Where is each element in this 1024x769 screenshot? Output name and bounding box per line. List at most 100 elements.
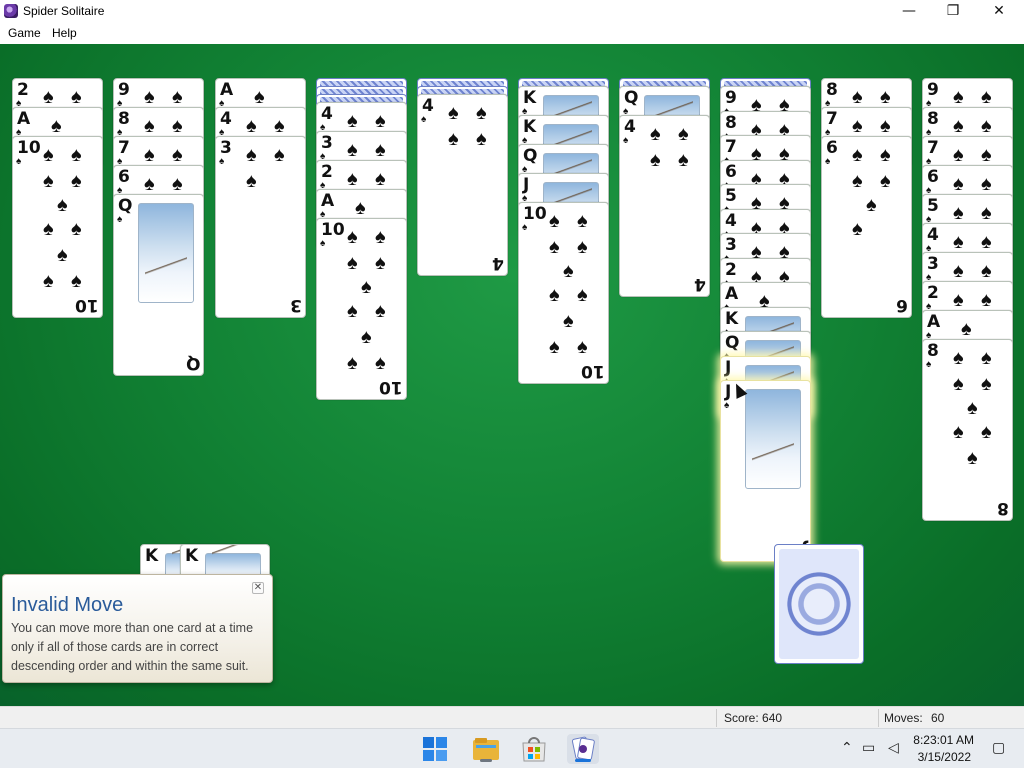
spade-icon: ♠ xyxy=(347,226,358,248)
card-rank: 2 xyxy=(725,259,737,280)
card-rank: J xyxy=(725,357,732,378)
spade-icon: ♠ xyxy=(347,110,358,132)
card-rank: 10 xyxy=(17,138,41,158)
spade-icon: ♠ xyxy=(476,102,487,124)
spade-icon: ♠ xyxy=(563,260,574,282)
toast-close-icon[interactable]: ✕ xyxy=(252,582,264,594)
spade-icon: ♠ xyxy=(967,397,978,419)
card-rank: 4 xyxy=(220,109,232,129)
file-explorer-icon[interactable] xyxy=(470,734,502,764)
playing-card[interactable]: J♠J xyxy=(720,380,811,562)
card-rank: 10 xyxy=(321,220,345,240)
maximize-button[interactable]: ❐ xyxy=(930,0,976,24)
stock-card-back[interactable] xyxy=(774,544,864,664)
playing-card[interactable]: 10 ♠ ♠ ♠ ♠ ♠ ♠ ♠ ♠ ♠ ♠ ♠ 10 xyxy=(316,218,407,400)
spade-icon: ♠ xyxy=(375,252,386,274)
spade-icon: ♠ xyxy=(866,194,877,216)
spade-icon: ♠ xyxy=(953,231,964,253)
stock-pile[interactable] xyxy=(774,544,870,665)
taskbar-active-indicator xyxy=(480,759,492,762)
taskbar: ⌃ ▭ ◁ 8:23:01 AM 3/15/2022 ▢ xyxy=(0,728,1024,768)
spade-icon: ♠ xyxy=(43,144,54,166)
show-hidden-icons-chevron-icon[interactable]: ⌃ xyxy=(841,740,853,756)
spade-icon: ♠ xyxy=(320,238,326,249)
spade-icon: ♠ xyxy=(375,226,386,248)
moves-label: Moves: xyxy=(884,711,923,725)
spade-icon: ♠ xyxy=(678,123,689,145)
playing-card[interactable]: 3 ♠ ♠ ♠ ♠ 3 xyxy=(215,136,306,318)
card-rank: 8 xyxy=(725,112,737,133)
playing-card[interactable]: 10 ♠ ♠ ♠ ♠ ♠ ♠ ♠ ♠ ♠ ♠ ♠ 10 xyxy=(518,202,609,384)
spade-icon: ♠ xyxy=(361,326,372,348)
card-rank: 4 xyxy=(725,210,737,231)
playing-card[interactable]: 8 ♠ ♠ ♠ ♠ ♠ ♠ ♠ ♠ ♠ 8 xyxy=(922,339,1013,521)
notifications-icon[interactable]: ▢ xyxy=(992,740,1005,756)
spade-icon: ♠ xyxy=(852,170,863,192)
spade-icon: ♠ xyxy=(981,115,992,137)
playing-card[interactable]: 4 ♠ ♠ ♠ ♠ ♠ 4 xyxy=(619,115,710,297)
network-icon[interactable]: ▭ xyxy=(862,740,875,756)
playing-card[interactable]: Q ♠ Q xyxy=(113,194,204,376)
playing-card[interactable]: 10 ♠ ♠ ♠ ♠ ♠ ♠ ♠ ♠ ♠ ♠ ♠ 10 xyxy=(12,136,103,318)
card-rank: 5 xyxy=(927,196,939,216)
card-rank: 6 xyxy=(118,167,130,187)
card-rank: 10 xyxy=(581,361,605,381)
card-rank: 10 xyxy=(75,295,99,315)
spade-icon: ♠ xyxy=(246,115,257,137)
card-rank: Q xyxy=(118,196,133,216)
spade-icon: ♠ xyxy=(347,252,358,274)
card-rank: 7 xyxy=(725,137,737,157)
card-rank: 3 xyxy=(290,295,302,315)
spade-icon: ♠ xyxy=(43,218,54,240)
card-rank: 9 xyxy=(118,80,130,100)
spade-icon: ♠ xyxy=(880,144,891,166)
spade-icon: ♠ xyxy=(172,173,183,195)
playing-card[interactable]: 4 ♠ ♠ ♠ ♠ ♠ 4 xyxy=(417,94,508,276)
card-rank: A xyxy=(927,312,941,332)
spade-icon: ♠ xyxy=(852,218,863,240)
spade-icon: ♠ xyxy=(981,202,992,224)
spade-icon: ♠ xyxy=(953,373,964,395)
spade-icon: ♠ xyxy=(577,336,588,358)
close-button[interactable]: ✕ xyxy=(976,0,1022,24)
spade-icon: ♠ xyxy=(981,289,992,311)
windows-start-icon[interactable] xyxy=(419,734,451,764)
spade-icon: ♠ xyxy=(953,115,964,137)
card-rank: A xyxy=(725,284,739,304)
spade-icon: ♠ xyxy=(880,115,891,137)
spade-icon: ♠ xyxy=(172,115,183,137)
spade-icon: ♠ xyxy=(361,276,372,298)
spade-icon: ♠ xyxy=(144,115,155,137)
spade-icon: ♠ xyxy=(549,236,560,258)
spade-icon: ♠ xyxy=(144,144,155,166)
menu-help[interactable]: Help xyxy=(52,26,77,40)
card-rank: 3 xyxy=(725,235,737,255)
card-rank: 7 xyxy=(927,138,939,158)
minimize-button[interactable]: — xyxy=(886,0,932,24)
card-rank: 4 xyxy=(422,96,434,116)
taskbar-clock-date[interactable]: 3/15/2022 xyxy=(918,750,971,764)
spade-icon: ♠ xyxy=(825,156,831,167)
taskbar-clock-time[interactable]: 8:23:01 AM xyxy=(913,733,974,747)
spade-icon: ♠ xyxy=(144,173,155,195)
menu-game[interactable]: Game xyxy=(8,26,41,40)
spade-icon: ♠ xyxy=(375,168,386,190)
card-rank: 3 xyxy=(321,133,333,153)
spade-icon: ♠ xyxy=(71,144,82,166)
microsoft-store-icon[interactable] xyxy=(518,734,550,764)
spade-icon: ♠ xyxy=(375,110,386,132)
spider-solitaire-icon[interactable] xyxy=(567,734,599,764)
spade-icon: ♠ xyxy=(953,202,964,224)
spade-icon: ♠ xyxy=(43,170,54,192)
volume-muted-icon[interactable]: ◁ xyxy=(888,740,899,756)
spade-icon: ♠ xyxy=(880,170,891,192)
card-rank: 3 xyxy=(927,254,939,274)
spade-icon: ♠ xyxy=(219,156,225,167)
invalid-move-toast: ✕ Invalid Move You can move more than on… xyxy=(2,574,273,683)
card-rank: 6 xyxy=(927,167,939,187)
playing-card[interactable]: 6 ♠ ♠ ♠ ♠ ♠ ♠ ♠ 6 xyxy=(821,136,912,318)
card-rank: 6 xyxy=(826,138,838,158)
card-rank: 6 xyxy=(725,161,737,182)
card-rank: 2 xyxy=(321,162,333,182)
card-rank: 6 xyxy=(896,295,908,315)
